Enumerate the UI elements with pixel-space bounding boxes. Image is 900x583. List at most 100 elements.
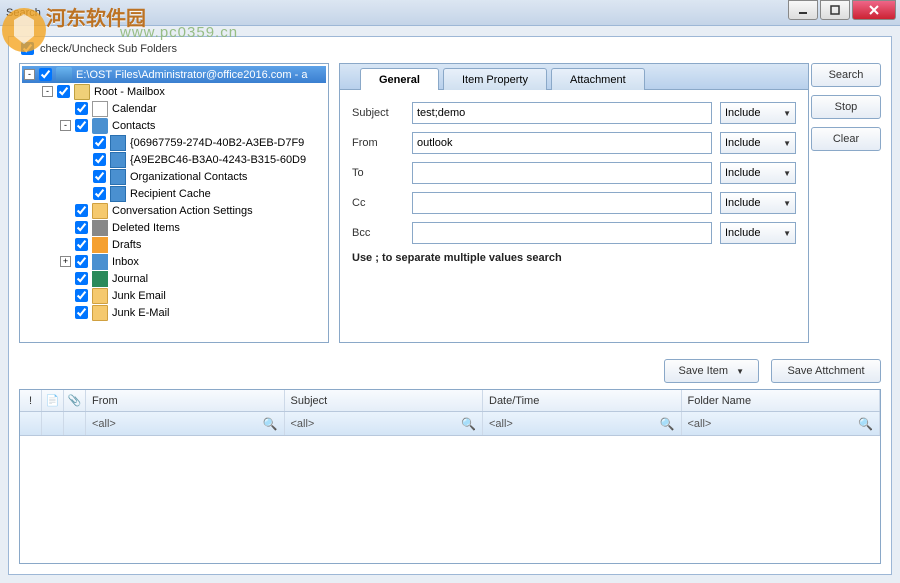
chevron-down-icon: ▼	[736, 367, 744, 376]
expander-blank	[78, 188, 89, 199]
tree-label: Journal	[110, 273, 150, 285]
grid-filter-cell[interactable]: <all>🔍	[86, 412, 285, 435]
expander-blank	[60, 103, 71, 114]
inbox-icon	[92, 254, 108, 270]
tree-node[interactable]: Deleted Items	[22, 219, 326, 236]
grid-column-header[interactable]: 📄	[42, 390, 64, 411]
tree-label: Inbox	[110, 256, 141, 268]
grid-filter-cell[interactable]: <all>🔍	[483, 412, 682, 435]
cc-input[interactable]	[412, 192, 712, 214]
tree-node[interactable]: Junk E-Mail	[22, 304, 326, 321]
tree-checkbox[interactable]	[75, 255, 88, 268]
to-mode-select[interactable]: Include▼	[720, 162, 796, 184]
tree-node[interactable]: -E:\OST Files\Administrator@office2016.c…	[22, 66, 326, 83]
tree-checkbox[interactable]	[93, 136, 106, 149]
tree-label: Organizational Contacts	[128, 171, 249, 183]
maximize-button[interactable]	[820, 0, 850, 20]
chevron-down-icon: ▼	[783, 229, 791, 238]
tree-checkbox[interactable]	[57, 85, 70, 98]
subject-input[interactable]	[412, 102, 712, 124]
tree-node[interactable]: Recipient Cache	[22, 185, 326, 202]
form-row-bcc: BccInclude▼	[352, 222, 796, 244]
tab-general[interactable]: General	[360, 68, 439, 90]
from-mode-select[interactable]: Include▼	[720, 132, 796, 154]
tree-node[interactable]: Journal	[22, 270, 326, 287]
stop-button[interactable]: Stop	[811, 95, 881, 119]
tab-attachment[interactable]: Attachment	[551, 68, 645, 90]
tree-checkbox[interactable]	[39, 68, 52, 81]
tree-checkbox[interactable]	[93, 153, 106, 166]
tree-node[interactable]: Calendar	[22, 100, 326, 117]
tree-node[interactable]: {06967759-274D-40B2-A3EB-D7F9	[22, 134, 326, 151]
form-row-subject: Subject Include▼	[352, 102, 796, 124]
bcc-input[interactable]	[412, 222, 712, 244]
grid-column-header[interactable]: 📎	[64, 390, 86, 411]
deleted-icon	[92, 220, 108, 236]
minimize-button[interactable]	[788, 0, 818, 20]
save-attachment-button[interactable]: Save Attchment	[771, 359, 881, 383]
tree-node[interactable]: -Contacts	[22, 117, 326, 134]
tree-checkbox[interactable]	[75, 204, 88, 217]
results-grid[interactable]: !📄📎FromSubjectDate/TimeFolder Name <all>…	[19, 389, 881, 564]
chevron-down-icon: ▼	[783, 109, 791, 118]
search-button[interactable]: Search	[811, 63, 881, 87]
tree-node[interactable]: Organizational Contacts	[22, 168, 326, 185]
tree-checkbox[interactable]	[93, 170, 106, 183]
tree-checkbox[interactable]	[75, 102, 88, 115]
search-icon[interactable]: 🔍	[858, 417, 873, 431]
tree-label: Junk E-Mail	[110, 307, 171, 319]
grid-column-header[interactable]: From	[86, 390, 285, 411]
tree-checkbox[interactable]	[75, 238, 88, 251]
save-item-button[interactable]: Save Item ▼	[664, 359, 759, 383]
grid-filter-cell[interactable]	[64, 412, 86, 435]
watermark-logo-icon	[0, 6, 48, 54]
expand-icon[interactable]: +	[60, 256, 71, 267]
search-icon[interactable]: 🔍	[461, 417, 476, 431]
search-icon[interactable]: 🔍	[660, 417, 675, 431]
tree-checkbox[interactable]	[75, 119, 88, 132]
grid-column-header[interactable]: Date/Time	[483, 390, 682, 411]
search-icon[interactable]: 🔍	[263, 417, 278, 431]
grid-filter-cell[interactable]: <all>🔍	[682, 412, 881, 435]
tree-checkbox[interactable]	[75, 221, 88, 234]
from-input[interactable]	[412, 132, 712, 154]
save-attachment-label: Save Attchment	[787, 365, 864, 377]
collapse-icon[interactable]: -	[24, 69, 35, 80]
tree-node[interactable]: Conversation Action Settings	[22, 202, 326, 219]
tree-node[interactable]: -Root - Mailbox	[22, 83, 326, 100]
form-label: Subject	[352, 107, 412, 119]
tree-label: Drafts	[110, 239, 143, 251]
close-button[interactable]	[852, 0, 896, 20]
tab-item-property[interactable]: Item Property	[443, 68, 547, 90]
expander-blank	[78, 154, 89, 165]
tree-node[interactable]: {A9E2BC46-B3A0-4243-B315-60D9	[22, 151, 326, 168]
tree-checkbox[interactable]	[93, 187, 106, 200]
clear-button[interactable]: Clear	[811, 127, 881, 151]
bcc-mode-select[interactable]: Include▼	[720, 222, 796, 244]
to-input[interactable]	[412, 162, 712, 184]
search-form-panel: GeneralItem PropertyAttachment Subject In…	[339, 63, 809, 343]
cc-mode-select[interactable]: Include▼	[720, 192, 796, 214]
tree-checkbox[interactable]	[75, 306, 88, 319]
contact-item-icon	[110, 135, 126, 151]
subject-mode-select[interactable]: Include▼	[720, 102, 796, 124]
grid-filter-cell[interactable]	[20, 412, 42, 435]
form-hint: Use ; to separate multiple values search	[352, 252, 796, 264]
grid-column-header[interactable]: Folder Name	[682, 390, 881, 411]
grid-column-header[interactable]: Subject	[285, 390, 484, 411]
grid-filter-cell[interactable]: <all>🔍	[285, 412, 484, 435]
mailbox-icon	[74, 84, 90, 100]
tree-node[interactable]: Drafts	[22, 236, 326, 253]
tree-checkbox[interactable]	[75, 289, 88, 302]
folder-tree[interactable]: -E:\OST Files\Administrator@office2016.c…	[19, 63, 329, 343]
expander-blank	[78, 171, 89, 182]
folder-y-icon	[92, 305, 108, 321]
tree-checkbox[interactable]	[75, 272, 88, 285]
grid-filter-cell[interactable]	[42, 412, 64, 435]
chevron-down-icon: ▼	[783, 169, 791, 178]
tree-node[interactable]: + Inbox	[22, 253, 326, 270]
collapse-icon[interactable]: -	[42, 86, 53, 97]
grid-column-header[interactable]: !	[20, 390, 42, 411]
collapse-icon[interactable]: -	[60, 120, 71, 131]
tree-node[interactable]: Junk Email	[22, 287, 326, 304]
